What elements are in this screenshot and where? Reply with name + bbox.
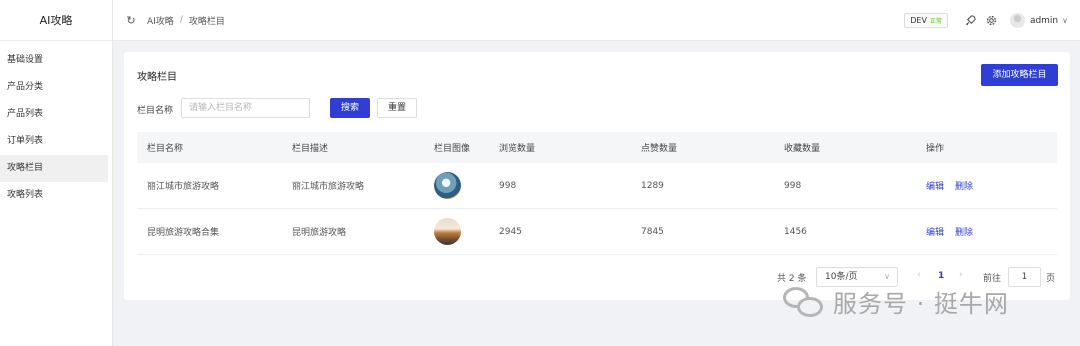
watermark-text: 服务号 · 挺牛网 (833, 290, 1009, 318)
goto-page-input[interactable] (1008, 267, 1041, 287)
row-image-cell (434, 163, 461, 208)
edit-link[interactable]: 编辑 (926, 225, 944, 238)
app-logo: AI攻略 (0, 0, 112, 41)
sidebar-item-order-list[interactable]: 订单列表 (0, 128, 112, 155)
breadcrumb-item-root[interactable]: AI攻略 (147, 14, 174, 27)
column-header-favorites: 收藏数量 (784, 144, 821, 154)
table-header: 栏目名称 栏目描述 栏目图像 浏览数量 点赞数量 收藏数量 操作 (137, 132, 1057, 163)
breadcrumb-item-current: 攻略栏目 (188, 16, 225, 27)
env-label: DEV (910, 16, 927, 25)
row-name: 丽江城市旅游攻略 (147, 182, 220, 192)
delete-link[interactable]: 删除 (955, 225, 973, 238)
table-row: 昆明旅游攻略合集 昆明旅游攻略 2945 7845 1456 编辑 删除 (137, 209, 1057, 255)
page-title: 攻略栏目 (137, 72, 177, 83)
column-thumbnail[interactable] (434, 172, 461, 199)
chevron-down-icon[interactable]: ∨ (1062, 16, 1068, 25)
page-number-current[interactable]: 1 (938, 271, 944, 281)
pagination-total: 共 2 条 (777, 274, 807, 284)
prev-page-icon[interactable]: ‹ (917, 270, 921, 280)
avatar[interactable] (1009, 13, 1025, 28)
edit-link[interactable]: 编辑 (926, 179, 944, 192)
column-header-description: 栏目描述 (292, 144, 329, 154)
page-size-value: 10条/页 (825, 272, 858, 282)
columns-table: 栏目名称 栏目描述 栏目图像 浏览数量 点赞数量 收藏数量 操作 丽江城市旅游攻… (137, 132, 1057, 255)
env-status: 正常 (929, 18, 942, 25)
row-favorites: 1456 (784, 226, 807, 237)
filter-label: 栏目名称 (137, 106, 174, 116)
row-description: 昆明旅游攻略 (292, 228, 347, 238)
sidebar-menu: 基础设置 产品分类 产品列表 订单列表 攻略栏目 攻略列表 (0, 41, 112, 209)
column-header-likes: 点赞数量 (641, 144, 678, 154)
row-views: 2945 (499, 226, 522, 237)
sidebar-item-guide-columns[interactable]: 攻略栏目 (0, 155, 108, 182)
sidebar-item-product-categories[interactable]: 产品分类 (0, 74, 112, 101)
user-name[interactable]: admin (1030, 16, 1058, 26)
sidebar-item-guide-list[interactable]: 攻略列表 (0, 182, 112, 209)
row-description: 丽江城市旅游攻略 (292, 182, 365, 192)
goto-label: 前往 (983, 274, 1002, 284)
wechat-icon (783, 285, 825, 319)
column-thumbnail[interactable] (434, 218, 461, 245)
watermark: 服务号 · 挺牛网 (783, 284, 1009, 319)
search-button[interactable]: 搜索 (330, 98, 370, 118)
sidebar-item-product-list[interactable]: 产品列表 (0, 101, 112, 128)
row-image-cell (434, 209, 461, 254)
breadcrumb: AI攻略 / 攻略栏目 (147, 14, 225, 27)
row-likes: 1289 (641, 180, 664, 191)
sidebar: AI攻略 基础设置 产品分类 产品列表 订单列表 攻略栏目 攻略列表 (0, 0, 113, 346)
column-header-name: 栏目名称 (147, 144, 184, 154)
row-actions: 编辑 删除 (926, 163, 984, 208)
column-header-image: 栏目图像 (434, 144, 471, 154)
column-header-actions: 操作 (926, 144, 945, 154)
delete-link[interactable]: 删除 (955, 179, 973, 192)
rocket-icon[interactable] (964, 14, 978, 28)
column-name-input[interactable] (181, 98, 310, 118)
row-likes: 7845 (641, 226, 664, 237)
row-views: 998 (499, 180, 517, 191)
add-column-button[interactable]: 添加攻略栏目 (981, 64, 1058, 86)
top-header: ↻ AI攻略 / 攻略栏目 DEV 正常 admin ∨ (113, 0, 1080, 41)
table-row: 丽江城市旅游攻略 丽江城市旅游攻略 998 1289 998 编辑 删除 (137, 163, 1057, 209)
row-name: 昆明旅游攻略合集 (147, 228, 220, 238)
sidebar-item-basic-settings[interactable]: 基础设置 (0, 47, 112, 74)
row-favorites: 998 (784, 180, 802, 191)
gear-icon[interactable] (985, 14, 999, 28)
reset-button[interactable]: 重置 (377, 98, 417, 118)
header-tools: DEV 正常 admin ∨ (904, 0, 1068, 41)
next-page-icon[interactable]: › (959, 270, 963, 280)
main-card: 攻略栏目 添加攻略栏目 栏目名称 搜索 重置 栏目名称 栏目描述 栏目图像 浏览… (124, 52, 1070, 300)
page-suffix: 页 (1046, 274, 1056, 284)
breadcrumb-separator: / (179, 15, 183, 25)
row-actions: 编辑 删除 (926, 209, 984, 254)
refresh-icon[interactable]: ↻ (125, 14, 137, 27)
env-badge: DEV 正常 (904, 13, 948, 28)
column-header-views: 浏览数量 (499, 144, 536, 154)
